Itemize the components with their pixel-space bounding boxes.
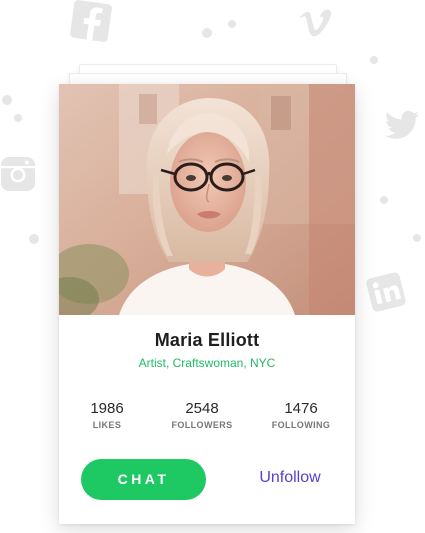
decorative-dot [370, 56, 378, 64]
profile-subtitle: Artist, Craftswoman, NYC [138, 356, 276, 370]
decorative-dot [202, 28, 212, 38]
decorative-dot [2, 95, 12, 105]
decorative-dot [14, 114, 22, 122]
instagram-icon [0, 156, 36, 192]
stat-value: 2548 [185, 400, 219, 417]
linkedin-icon [366, 272, 406, 312]
decorative-dot [413, 234, 421, 242]
unfollow-link[interactable]: Unfollow [235, 467, 345, 489]
stat-value: 1476 [284, 400, 318, 417]
stat-followers: 2548 FOLLOWERS [157, 400, 247, 431]
chat-button[interactable]: CHAT [81, 459, 206, 500]
stat-label: FOLLOWING [271, 420, 331, 430]
profile-photo [59, 84, 355, 315]
decorative-dot [228, 20, 236, 28]
decorative-dot [29, 234, 39, 244]
stat-label: FOLLOWERS [171, 420, 233, 430]
facebook-icon [70, 0, 112, 42]
stat-following: 1476 FOLLOWING [256, 400, 346, 431]
stat-value: 1986 [90, 400, 124, 417]
profile-card: Maria Elliott Artist, Craftswoman, NYC 1… [59, 84, 355, 524]
stat-likes: 1986 LIKES [62, 400, 152, 431]
vimeo-icon [298, 8, 332, 38]
twitter-icon [386, 110, 420, 140]
stat-label: LIKES [92, 420, 122, 430]
profile-name: Maria Elliott [154, 330, 260, 350]
decorative-dot [380, 196, 388, 204]
